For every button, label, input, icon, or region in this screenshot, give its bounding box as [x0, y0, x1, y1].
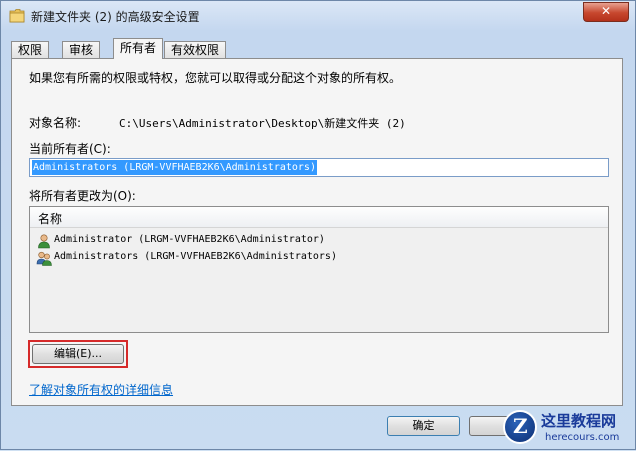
close-icon: ✕ — [600, 4, 612, 18]
watermark: Z 这里教程网 herecours.com — [501, 406, 636, 451]
watermark-url: herecours.com — [545, 432, 620, 443]
advanced-security-window: 新建文件夹 (2) 的高级安全设置 ✕ 权限 审核 所有者 有效权限 如果您有所… — [0, 0, 636, 450]
object-name-value: C:\Users\Administrator\Desktop\新建文件夹 (2) — [119, 117, 406, 130]
object-name-label: 对象名称: — [29, 116, 82, 130]
list-item-label: Administrators (LRGM-VVFHAEB2K6\Administ… — [54, 251, 337, 262]
current-owner-label: 当前所有者(C): — [29, 142, 111, 156]
learn-more-link[interactable]: 了解对象所有权的详细信息 — [29, 381, 173, 398]
change-owner-label: 将所有者更改为(O): — [29, 189, 136, 203]
tab-owner[interactable]: 所有者 — [113, 38, 164, 59]
edit-owner-button[interactable]: 编辑(E)... — [32, 344, 124, 364]
owner-instruction-text: 如果您有所需的权限或特权，您就可以取得或分配这个对象的所有权。 — [29, 71, 402, 85]
site-logo-icon: Z — [503, 410, 537, 444]
owner-candidates-list[interactable]: 名称 Administrator (LRGM-VVFHAEB2K6\Admini… — [29, 206, 609, 333]
tab-effective-permissions[interactable]: 有效权限 — [164, 41, 227, 58]
title-bar[interactable]: 新建文件夹 (2) 的高级安全设置 ✕ — [1, 1, 635, 31]
ok-button[interactable]: 确定 — [387, 416, 460, 436]
current-owner-value: Administrators (LRGM-VVFHAEB2K6\Administ… — [32, 160, 317, 175]
group-icon — [36, 251, 52, 266]
logo-letter: Z — [513, 414, 528, 438]
current-owner-field[interactable]: Administrators (LRGM-VVFHAEB2K6\Administ… — [29, 158, 609, 177]
list-item-label: Administrator (LRGM-VVFHAEB2K6\Administr… — [54, 234, 325, 245]
name-column-label: 名称 — [38, 212, 63, 226]
window-title: 新建文件夹 (2) 的高级安全设置 — [31, 10, 200, 24]
folder-icon — [9, 9, 25, 23]
tab-auditing[interactable]: 审核 — [62, 41, 101, 58]
list-column-header[interactable]: 名称 — [30, 207, 608, 228]
tab-permissions[interactable]: 权限 — [11, 41, 50, 58]
close-button[interactable]: ✕ — [583, 2, 629, 22]
watermark-title: 这里教程网 — [541, 412, 617, 430]
user-icon — [38, 234, 50, 249]
